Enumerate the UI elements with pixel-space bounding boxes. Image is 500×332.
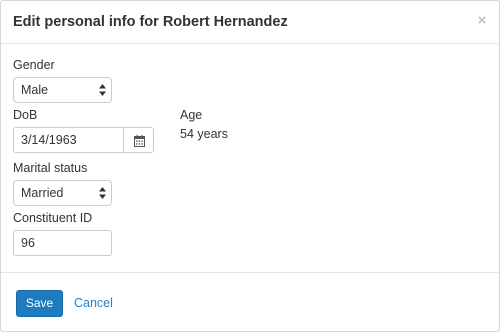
date-picker-button[interactable]: [123, 127, 154, 153]
constituent-id-input[interactable]: 96: [13, 230, 112, 256]
dob-input[interactable]: 3/14/1963: [13, 127, 124, 153]
age-label: Age: [180, 108, 203, 122]
select-caret-icon: [99, 187, 106, 199]
dob-field: 3/14/1963: [13, 127, 154, 153]
edit-personal-info-dialog: Edit personal info for Robert Hernandez …: [0, 0, 500, 332]
select-caret-icon: [99, 84, 106, 96]
marital-status-select-value: Married: [21, 186, 64, 200]
dialog-title: Edit personal info for Robert Hernandez: [13, 14, 288, 30]
dialog-header: Edit personal info for Robert Hernandez …: [1, 1, 499, 44]
gender-label: Gender: [13, 58, 55, 72]
marital-status-label: Marital status: [13, 161, 88, 175]
cancel-link[interactable]: Cancel: [74, 290, 113, 317]
age-value: 54 years: [180, 127, 228, 141]
marital-status-select[interactable]: Married: [13, 180, 112, 206]
constituent-id-label: Constituent ID: [13, 211, 93, 225]
save-button[interactable]: Save: [16, 290, 63, 317]
dialog-footer: Save Cancel: [1, 272, 499, 332]
calendar-icon: [134, 135, 145, 147]
dob-label: DoB: [13, 108, 38, 122]
gender-select-value: Male: [21, 83, 49, 97]
close-icon[interactable]: ×: [475, 13, 489, 29]
gender-select[interactable]: Male: [13, 77, 112, 103]
